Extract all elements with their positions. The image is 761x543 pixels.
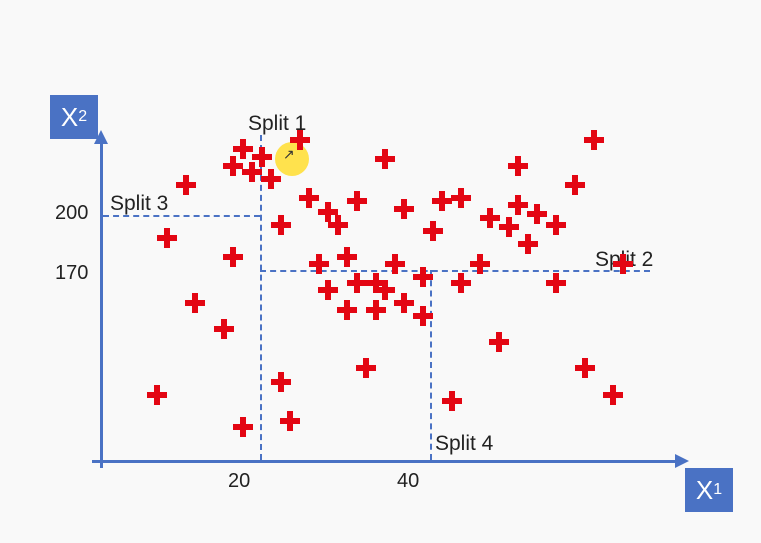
plot-area xyxy=(100,120,670,460)
x-tick-40: 40 xyxy=(397,470,419,493)
y-axis-label: X xyxy=(61,102,78,133)
data-point xyxy=(413,306,433,326)
data-point xyxy=(527,204,547,224)
data-point xyxy=(508,156,528,176)
data-point xyxy=(442,391,462,411)
data-point xyxy=(261,169,281,189)
data-point xyxy=(147,385,167,405)
data-point xyxy=(223,156,243,176)
x-axis-label-box: X1 xyxy=(685,468,733,512)
data-point xyxy=(157,228,177,248)
data-point xyxy=(356,358,376,378)
data-point xyxy=(375,149,395,169)
x-axis-line xyxy=(92,460,680,463)
x-axis-label: X xyxy=(696,475,713,506)
data-point xyxy=(337,247,357,267)
data-point xyxy=(394,199,414,219)
data-point xyxy=(480,208,500,228)
data-point xyxy=(299,188,319,208)
data-point xyxy=(546,215,566,235)
data-point xyxy=(565,175,585,195)
data-point xyxy=(347,273,367,293)
x-axis-arrow-icon xyxy=(675,454,689,468)
data-point xyxy=(603,385,623,405)
data-point xyxy=(252,147,272,167)
data-point xyxy=(185,293,205,313)
data-point xyxy=(337,300,357,320)
data-point xyxy=(489,332,509,352)
data-point xyxy=(233,417,253,437)
data-point xyxy=(366,300,386,320)
data-point xyxy=(271,372,291,392)
data-point xyxy=(280,411,300,431)
data-point xyxy=(432,191,452,211)
data-point xyxy=(508,195,528,215)
data-point xyxy=(451,188,471,208)
data-point xyxy=(451,273,471,293)
data-point xyxy=(575,358,595,378)
data-point xyxy=(223,247,243,267)
data-point xyxy=(290,130,310,150)
data-point xyxy=(176,175,196,195)
data-point xyxy=(214,319,234,339)
y-tick-200: 200 xyxy=(55,202,88,225)
data-point xyxy=(584,130,604,150)
data-point xyxy=(328,215,348,235)
data-point xyxy=(394,293,414,313)
data-point xyxy=(375,280,395,300)
data-point xyxy=(423,221,443,241)
data-point xyxy=(385,254,405,274)
data-point xyxy=(499,217,519,237)
chart-stage: X2 X1 200 170 20 40 Split 1 Split 2 Spli… xyxy=(0,0,761,543)
y-axis-label-box: X2 xyxy=(50,95,98,139)
x-tick-20: 20 xyxy=(228,470,250,493)
data-point xyxy=(309,254,329,274)
data-point xyxy=(613,254,633,274)
data-point xyxy=(318,280,338,300)
data-point xyxy=(518,234,538,254)
data-point xyxy=(470,254,490,274)
y-axis-label-sub: 2 xyxy=(78,108,87,126)
y-tick-170: 170 xyxy=(55,262,88,285)
data-point xyxy=(271,215,291,235)
x-axis-label-sub: 1 xyxy=(713,481,722,499)
data-point xyxy=(347,191,367,211)
data-point xyxy=(546,273,566,293)
data-point xyxy=(233,139,253,159)
data-point xyxy=(413,267,433,287)
